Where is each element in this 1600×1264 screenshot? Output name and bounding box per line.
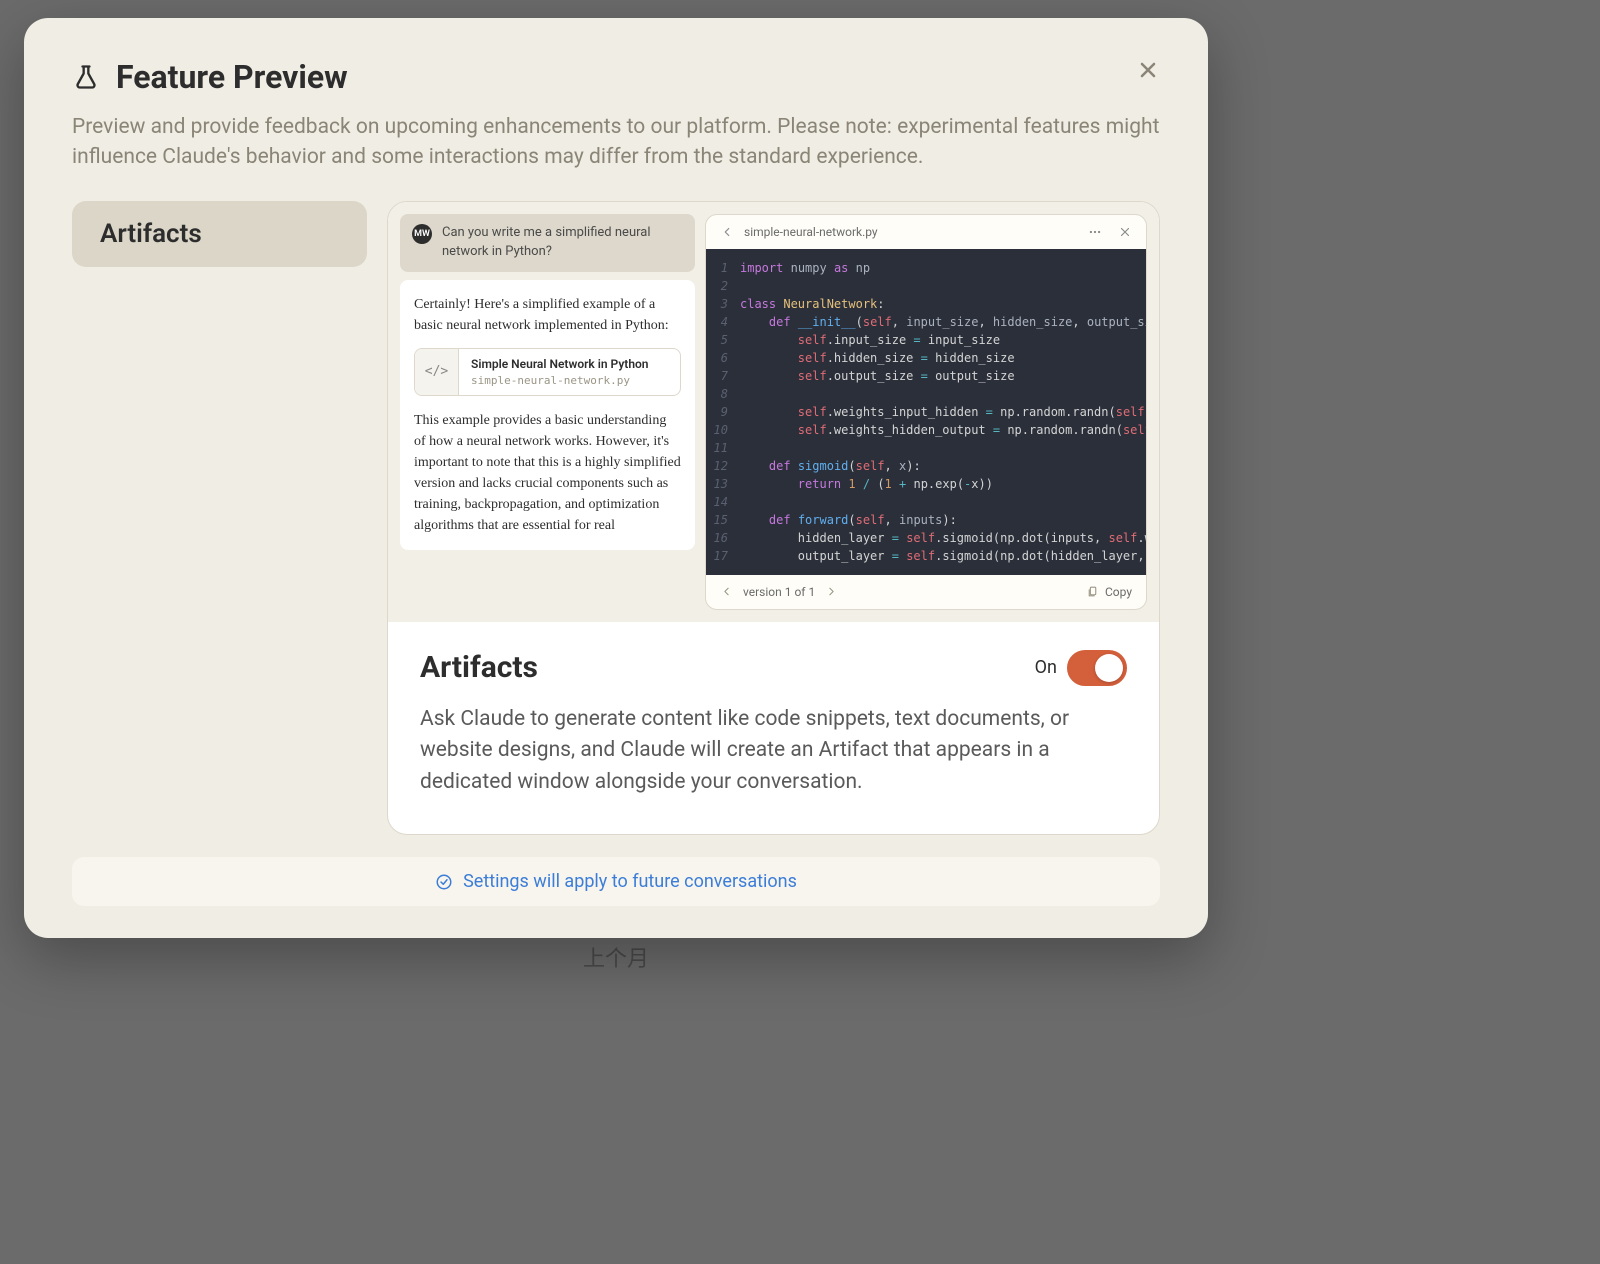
user-message: MW Can you write me a simplified neural … xyxy=(400,214,695,272)
copy-label: Copy xyxy=(1105,585,1132,599)
footer-notice: Settings will apply to future conversati… xyxy=(72,857,1160,906)
modal-header: Feature Preview xyxy=(72,58,1160,96)
code-header-left: simple-neural-network.py xyxy=(720,225,878,239)
feature-section: Artifacts On Ask Claude to generate cont… xyxy=(388,622,1159,835)
code-header: simple-neural-network.py xyxy=(706,215,1146,249)
feature-header: Artifacts On xyxy=(420,650,1127,686)
artifact-filename: simple-neural-network.py xyxy=(471,374,649,387)
assistant-outro: This example provides a basic understand… xyxy=(414,410,681,536)
artifact-meta: Simple Neural Network in Python simple-n… xyxy=(459,349,661,396)
code-footer-left: version 1 of 1 xyxy=(720,585,838,599)
code-panel: simple-neural-network.py 1import numpy a… xyxy=(705,214,1147,610)
toggle-knob xyxy=(1095,654,1123,682)
artifacts-toggle[interactable] xyxy=(1067,650,1127,686)
background-text: 上个月 xyxy=(583,941,649,973)
more-icon[interactable] xyxy=(1088,225,1102,239)
code-icon: </> xyxy=(415,349,459,396)
clipboard-icon xyxy=(1086,585,1099,598)
back-arrow-icon[interactable] xyxy=(720,225,734,239)
chat-column: MW Can you write me a simplified neural … xyxy=(400,214,695,610)
footer-notice-text: Settings will apply to future conversati… xyxy=(463,871,797,892)
feature-preview-modal: Feature Preview Preview and provide feed… xyxy=(24,18,1208,938)
code-footer: version 1 of 1 Copy xyxy=(706,575,1146,609)
assistant-intro: Certainly! Here's a simplified example o… xyxy=(414,294,681,336)
user-message-text: Can you write me a simplified neural net… xyxy=(442,224,683,262)
next-version-icon[interactable] xyxy=(825,585,838,598)
close-code-icon[interactable] xyxy=(1118,225,1132,239)
modal-description: Preview and provide feedback on upcoming… xyxy=(72,112,1160,173)
toggle-label: On xyxy=(1035,657,1057,678)
content-area: MW Can you write me a simplified neural … xyxy=(387,201,1160,836)
flask-icon xyxy=(72,63,100,91)
user-avatar: MW xyxy=(412,224,432,244)
modal-body: Artifacts MW Can you write me a simplifi… xyxy=(72,201,1160,836)
sidebar: Artifacts xyxy=(72,201,367,836)
modal-title-row: Feature Preview xyxy=(72,58,348,96)
toggle-group: On xyxy=(1035,650,1127,686)
artifact-card[interactable]: </> Simple Neural Network in Python simp… xyxy=(414,348,681,397)
preview-area: MW Can you write me a simplified neural … xyxy=(388,202,1159,622)
code-header-right xyxy=(1088,225,1132,239)
prev-version-icon[interactable] xyxy=(720,585,733,598)
assistant-message: Certainly! Here's a simplified example o… xyxy=(400,280,695,551)
code-filename: simple-neural-network.py xyxy=(744,225,878,239)
check-circle-icon xyxy=(435,873,453,891)
sidebar-item-artifacts[interactable]: Artifacts xyxy=(72,201,367,267)
modal-title: Feature Preview xyxy=(116,58,348,96)
feature-description: Ask Claude to generate content like code… xyxy=(420,704,1127,799)
code-body[interactable]: 1import numpy as np 2 3class NeuralNetwo… xyxy=(706,249,1146,575)
artifact-title: Simple Neural Network in Python xyxy=(471,357,649,373)
copy-button[interactable]: Copy xyxy=(1086,585,1132,599)
version-label: version 1 of 1 xyxy=(743,585,815,599)
close-icon[interactable] xyxy=(1136,58,1160,82)
feature-title: Artifacts xyxy=(420,650,538,685)
